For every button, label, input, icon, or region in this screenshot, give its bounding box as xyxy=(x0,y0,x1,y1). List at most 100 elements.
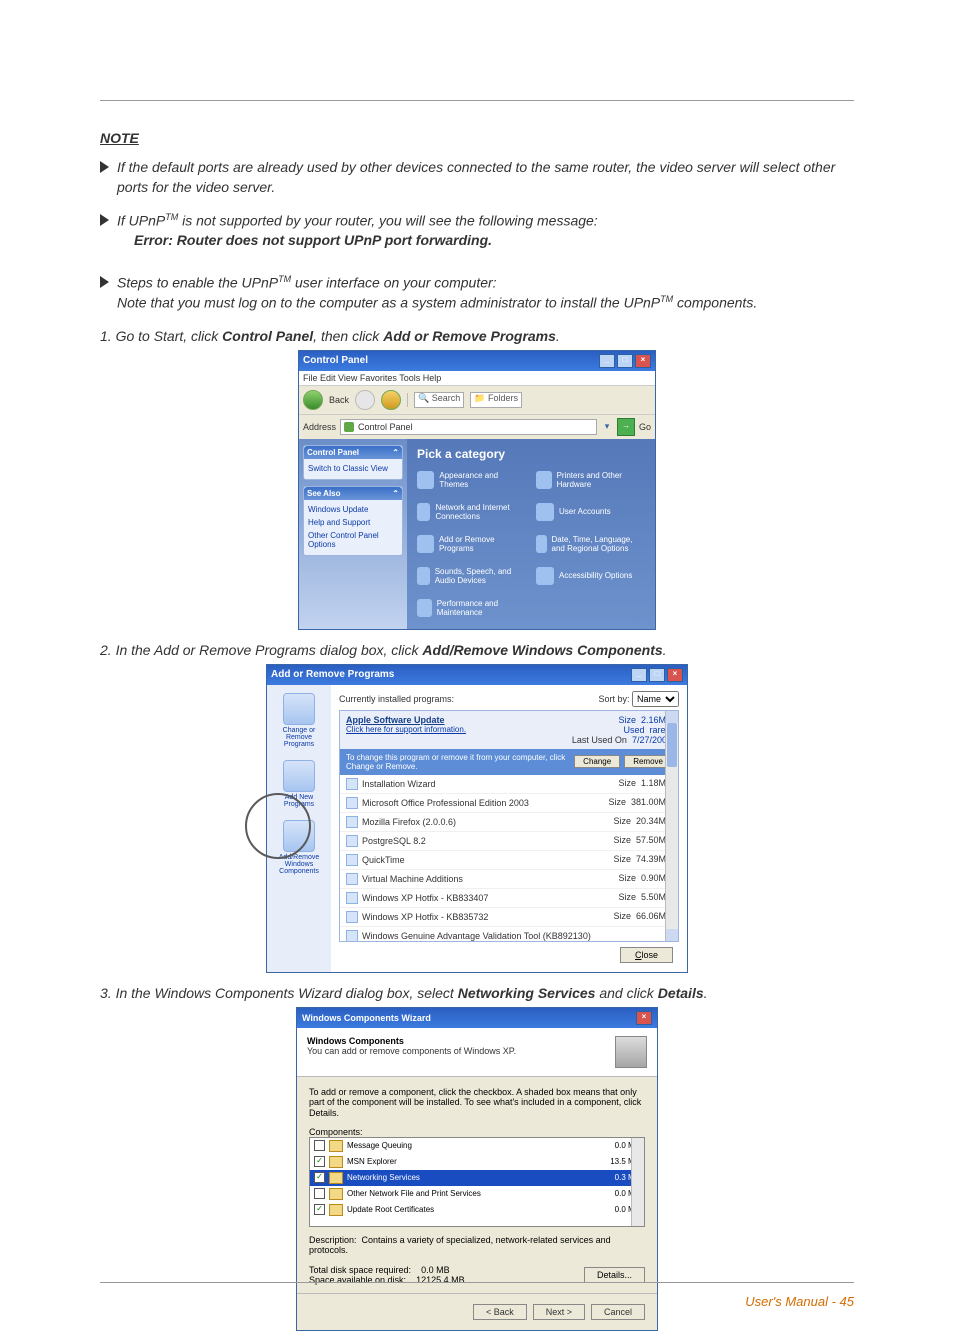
ar-sidebar: Change or Remove Programs Add New Progra… xyxy=(267,685,331,972)
program-icon xyxy=(346,873,358,885)
minimize-icon[interactable]: _ xyxy=(599,354,615,368)
list-item[interactable]: Windows XP Hotfix - KB833407Size 5.50MB xyxy=(340,889,678,908)
address-label: Address xyxy=(303,422,336,432)
category-link[interactable]: Add or Remove Programs xyxy=(417,535,526,553)
wizard-heading: Windows Components xyxy=(307,1036,516,1046)
list-item[interactable]: PostgreSQL 8.2Size 57.50MB xyxy=(340,832,678,851)
step-1: 1. Go to Start, click Control Panel, the… xyxy=(100,328,854,344)
windows-icon xyxy=(283,820,315,852)
cd-icon xyxy=(283,760,315,792)
list-item[interactable]: Virtual Machine AdditionsSize 0.90MB xyxy=(340,870,678,889)
list-item[interactable]: Windows Genuine Advantage Validation Too… xyxy=(340,927,678,942)
back-button[interactable]: < Back xyxy=(473,1304,527,1320)
wizard-explanation: To add or remove a component, click the … xyxy=(309,1087,645,1119)
program-icon xyxy=(346,892,358,904)
component-item[interactable]: ✓Update Root Certificates0.0 MB xyxy=(310,1202,644,1218)
action-bar: To change this program or remove it from… xyxy=(340,749,678,775)
details-button[interactable]: Details... xyxy=(584,1267,645,1283)
forward-icon[interactable] xyxy=(355,390,375,410)
change-button[interactable]: Change xyxy=(574,755,620,768)
collapse-icon[interactable]: ⌃ xyxy=(392,448,399,457)
selected-program[interactable]: Apple Software Update Size 2.16MB Click … xyxy=(340,711,678,749)
folder-icon xyxy=(329,1188,343,1200)
error-message: Error: Router does not support UPnP port… xyxy=(117,231,492,251)
category-link[interactable]: Accessibility Options xyxy=(536,567,645,585)
category-icon xyxy=(417,471,434,489)
note-text-2: If UPnPTM is not supported by your route… xyxy=(117,211,598,251)
up-icon[interactable] xyxy=(381,390,401,410)
see-also-link[interactable]: Help and Support xyxy=(308,516,398,529)
category-icon xyxy=(417,567,430,585)
cp-titlebar: Control Panel _ □ × xyxy=(299,351,655,371)
list-item[interactable]: Installation WizardSize 1.18MB xyxy=(340,775,678,794)
category-link[interactable]: User Accounts xyxy=(536,503,645,521)
close-button[interactable]: Close xyxy=(620,947,673,963)
list-item[interactable]: Mozilla Firefox (2.0.0.6)Size 20.34MB xyxy=(340,813,678,832)
next-button[interactable]: Next > xyxy=(533,1304,585,1320)
component-item[interactable]: Other Network File and Print Services0.0… xyxy=(310,1186,644,1202)
maximize-icon[interactable]: □ xyxy=(649,668,665,682)
note-text-3: Steps to enable the UPnPTM user interfac… xyxy=(117,273,757,314)
ar-titlebar: Add or Remove Programs _ □ × xyxy=(267,665,687,685)
category-icon xyxy=(536,471,552,489)
address-field[interactable]: Control Panel xyxy=(340,419,597,435)
folder-icon xyxy=(329,1156,343,1168)
program-icon xyxy=(346,778,358,790)
checkbox[interactable]: ✓ xyxy=(314,1172,325,1183)
program-list[interactable]: Apple Software Update Size 2.16MB Click … xyxy=(339,710,679,942)
checkbox[interactable] xyxy=(314,1188,325,1199)
sidebar-item-add-new[interactable]: Add New Programs xyxy=(276,760,322,808)
category-icon xyxy=(417,503,430,521)
components-label: Components: xyxy=(309,1127,645,1137)
close-icon[interactable]: × xyxy=(635,354,651,368)
category-link[interactable]: Appearance and Themes xyxy=(417,471,526,489)
sidebar-item-change-remove[interactable]: Change or Remove Programs xyxy=(276,693,322,748)
go-button[interactable]: → xyxy=(617,418,635,436)
list-item[interactable]: QuickTimeSize 74.39MB xyxy=(340,851,678,870)
cp-toolbar: Back 🔍 Search 📁 Folders xyxy=(299,386,655,414)
category-link[interactable]: Network and Internet Connections xyxy=(417,503,526,521)
category-link[interactable]: Sounds, Speech, and Audio Devices xyxy=(417,567,526,585)
category-link[interactable]: Printers and Other Hardware xyxy=(536,471,645,489)
wizard-header-icon xyxy=(615,1036,647,1068)
search-button[interactable]: 🔍 Search xyxy=(414,392,464,408)
sort-by-label: Sort by: xyxy=(598,694,629,704)
program-icon xyxy=(346,911,358,923)
scrollbar[interactable] xyxy=(665,711,678,941)
scrollbar[interactable] xyxy=(631,1138,644,1226)
program-icon xyxy=(346,930,358,942)
category-icon xyxy=(536,567,554,585)
cp-menubar[interactable]: File Edit View Favorites Tools Help xyxy=(299,371,655,386)
sort-by-select[interactable]: Name xyxy=(632,691,679,707)
cancel-button[interactable]: Cancel xyxy=(591,1304,645,1320)
category-link[interactable]: Performance and Maintenance xyxy=(417,599,526,617)
step-3: 3. In the Windows Components Wizard dial… xyxy=(100,985,854,1001)
component-list[interactable]: Message Queuing0.0 MB ✓MSN Explorer13.5 … xyxy=(309,1137,645,1227)
see-also-link[interactable]: Other Control Panel Options xyxy=(308,529,398,551)
back-icon[interactable] xyxy=(303,390,323,410)
minimize-icon[interactable]: _ xyxy=(631,668,647,682)
checkbox[interactable]: ✓ xyxy=(314,1204,325,1215)
close-icon[interactable]: × xyxy=(667,668,683,682)
sidebar-item-windows-components[interactable]: Add/Remove Windows Components xyxy=(276,820,322,875)
dropdown-icon[interactable]: ▾ xyxy=(601,421,613,432)
switch-classic-link[interactable]: Switch to Classic View xyxy=(308,462,398,475)
maximize-icon[interactable]: □ xyxy=(617,354,633,368)
checkbox[interactable] xyxy=(314,1140,325,1151)
component-item-selected[interactable]: ✓Networking Services0.3 MB xyxy=(310,1170,644,1186)
see-also-link[interactable]: Windows Update xyxy=(308,503,398,516)
list-item[interactable]: Windows XP Hotfix - KB835732Size 66.06MB xyxy=(340,908,678,927)
category-icon xyxy=(536,535,547,553)
category-icon xyxy=(417,599,432,617)
support-info-link[interactable]: Click here for support information. xyxy=(346,725,466,735)
list-item[interactable]: Microsoft Office Professional Edition 20… xyxy=(340,794,678,813)
component-item[interactable]: Message Queuing0.0 MB xyxy=(310,1138,644,1154)
checkbox[interactable]: ✓ xyxy=(314,1156,325,1167)
collapse-icon[interactable]: ⌃ xyxy=(392,489,399,498)
component-item[interactable]: ✓MSN Explorer13.5 MB xyxy=(310,1154,644,1170)
wz-titlebar: Windows Components Wizard × xyxy=(297,1008,657,1028)
category-link[interactable]: Date, Time, Language, and Regional Optio… xyxy=(536,535,645,553)
close-icon[interactable]: × xyxy=(636,1011,652,1025)
folders-button[interactable]: 📁 Folders xyxy=(470,392,522,408)
step-2: 2. In the Add or Remove Programs dialog … xyxy=(100,642,854,658)
